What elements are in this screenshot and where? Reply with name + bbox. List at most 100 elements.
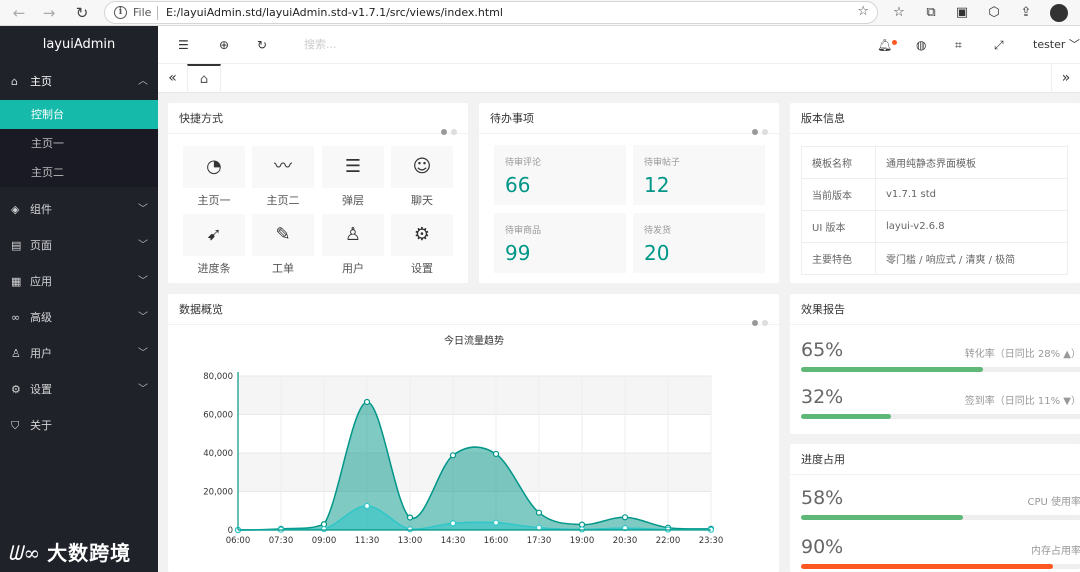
dashboard-icon: ◔ <box>183 146 245 188</box>
sidebar-subitem-home1[interactable]: 主页一 <box>0 129 158 158</box>
address-bar[interactable]: i File E:/layuiAdmin.std/layuiAdmin.std-… <box>104 1 878 24</box>
overview-card: 数据概览 今日流量趋势 0 20,000 40,000 60,000 80,000 06:0… <box>168 294 779 572</box>
sidebar-item-users[interactable]: ♙ 用户 ﹀ <box>0 336 158 372</box>
address-separator <box>157 6 158 20</box>
todo-label: 待发货 <box>644 226 672 236</box>
quick-item[interactable]: ♙ 用户 <box>322 214 384 276</box>
cube-icon: ◈ <box>11 203 20 216</box>
sidebar-item-senior[interactable]: ∞ 高级 ﹀ <box>0 300 158 336</box>
report-card: 效果报告 65% 转化率（日同比 28% ▲） 32% 签到率（日同比 11% … <box>790 294 1080 434</box>
carousel-dots[interactable] <box>437 116 457 147</box>
profile-avatar[interactable] <box>1050 4 1068 22</box>
chevron-down-icon: ﹀ <box>138 240 148 251</box>
table-row: UI 版本 layui-v2.6.8 <box>801 210 1068 243</box>
table-value: layui-v2.6.8 <box>875 210 1068 243</box>
traffic-chart: 今日流量趋势 0 20,000 40,000 60,000 80,000 06:00 07:3… <box>203 334 723 546</box>
todo-label: 待审商品 <box>505 226 542 236</box>
refresh-icon[interactable]: ↻ <box>257 26 267 64</box>
collections-icon[interactable]: ⧉ <box>922 4 940 22</box>
sidebar-item-pages[interactable]: ▤ 页面 ﹀ <box>0 228 158 264</box>
quick-card: 快捷方式 ◔ 主页一 〰主页二 ☰ 弹层 ☺ 聊天 ➹ 进度条 ✎ 工单 ♙ 用户 ⚙ 设置 <box>168 103 468 283</box>
quick-item[interactable]: ➹ 进度条 <box>183 214 245 276</box>
sidebar-item-settings[interactable]: ⚙ 设置 ﹀ <box>0 372 158 408</box>
watermark: ᗯ∞ 大数跨境 <box>8 537 131 566</box>
quick-item[interactable]: 〰主页二 <box>252 146 314 208</box>
refresh-icon[interactable]: ↻ <box>71 2 93 24</box>
info-icon[interactable]: i <box>114 6 127 19</box>
browser-toolbar: ← → ↻ i File E:/layuiAdmin.std/layuiAdmi… <box>0 0 1080 26</box>
fullscreen-icon[interactable]: ⤢ <box>994 26 1004 64</box>
data-point <box>449 520 457 527</box>
tabs-next-icon[interactable]: » <box>1051 64 1080 93</box>
sidebar-item-label: 设置 <box>30 383 52 396</box>
todo-card: 待办事项 待审评论 66 待审帖子 12 待审商品 99 待发货 20 <box>479 103 779 283</box>
back-icon[interactable]: ← <box>8 2 30 24</box>
todo-item[interactable]: 待发货 20 <box>633 213 765 273</box>
table-key: 模板名称 <box>801 146 876 179</box>
web-capture-icon[interactable]: ▣ <box>953 4 971 22</box>
home-icon: ⌂ <box>199 72 209 87</box>
x-tick-label: 20:30 <box>613 536 638 546</box>
todo-label: 待审帖子 <box>644 158 681 168</box>
x-tick-label: 14:30 <box>441 536 466 546</box>
sidebar-item-apps[interactable]: ▦ 应用 ﹀ <box>0 264 158 300</box>
quick-item[interactable]: ☺ 聊天 <box>391 146 453 208</box>
card-title: 进度占用 <box>801 453 845 466</box>
y-tick-label: 0 <box>228 526 233 536</box>
extensions-icon[interactable]: ⬡ <box>985 4 1003 22</box>
x-tick-label: 06:00 <box>226 536 251 546</box>
quick-label: 主页二 <box>266 194 300 207</box>
notification-icon[interactable]: 🔔︎ <box>877 26 898 64</box>
user-icon: ♙ <box>11 347 21 360</box>
todo-value: 12 <box>644 173 670 197</box>
sidebar-item-label: 页面 <box>30 239 52 252</box>
settings-icon: ⚙ <box>391 214 453 256</box>
todo-card-header: 待办事项 <box>479 103 779 135</box>
y-tick-label: 40,000 <box>203 449 233 459</box>
report-percent: 65% <box>801 339 844 361</box>
chevron-down-icon: ﹀ <box>138 384 148 395</box>
sidebar-item-home[interactable]: ⌂ 主页 ︿ <box>0 64 158 100</box>
report-progress-bar <box>801 414 1080 419</box>
quick-card-header: 快捷方式 <box>168 103 468 135</box>
quick-item[interactable]: ✎ 工单 <box>252 214 314 276</box>
todo-item[interactable]: 待审帖子 12 <box>633 145 765 205</box>
progress-label: CPU 使用率 <box>1027 497 1080 508</box>
quick-label: 弹层 <box>342 194 364 207</box>
sidebar-subitem-home2[interactable]: 主页二 <box>0 158 158 187</box>
version-card: 版本信息 模板名称 通用纯静态界面模板 当前版本 v1.7.1 std UI 版本 l… <box>790 103 1080 283</box>
sidebar-subitem-console[interactable]: 控制台 <box>0 100 158 129</box>
x-tick-label: 09:00 <box>312 536 337 546</box>
carousel-dots[interactable] <box>748 116 768 147</box>
quick-item[interactable]: ◔ 主页一 <box>183 146 245 208</box>
table-key: 当前版本 <box>801 178 876 211</box>
url-text[interactable]: E:/layuiAdmin.std/layuiAdmin.std-v1.7.1/… <box>166 6 503 19</box>
user-menu[interactable]: tester ﹀ <box>1033 26 1080 64</box>
favorites-icon[interactable]: ☆ <box>890 4 908 22</box>
search-input[interactable]: 搜索... <box>304 26 337 64</box>
data-point <box>363 398 371 406</box>
chevron-down-icon: ﹀ <box>138 312 148 323</box>
theme-icon[interactable]: ◍ <box>916 26 926 64</box>
quick-item[interactable]: ☰ 弹层 <box>322 146 384 208</box>
sidebar-item-components[interactable]: ◈ 组件 ﹀ <box>0 192 158 228</box>
x-tick-label: 19:00 <box>570 536 595 546</box>
forward-icon[interactable]: → <box>38 2 60 24</box>
user-icon: ♙ <box>322 214 384 256</box>
note-icon[interactable]: ⌗ <box>955 26 962 64</box>
todo-item[interactable]: 待审商品 99 <box>494 213 626 273</box>
todo-item[interactable]: 待审评论 66 <box>494 145 626 205</box>
shrink-sidebar-icon[interactable]: ☰ <box>178 26 189 64</box>
progress-percent: 90% <box>801 536 844 558</box>
progress-fill <box>801 367 983 372</box>
grid-band <box>238 376 711 415</box>
quick-item[interactable]: ⚙ 设置 <box>391 214 453 276</box>
x-tick-label: 11:30 <box>355 536 380 546</box>
page-tabs: « ⌂ » <box>158 64 1080 93</box>
tab-home[interactable]: ⌂ <box>187 64 221 93</box>
tabs-prev-icon[interactable]: « <box>158 64 187 93</box>
website-icon[interactable]: ⊕ <box>219 26 229 64</box>
share-icon[interactable]: ⇪ <box>1017 4 1035 22</box>
sidebar-item-about[interactable]: ⛉ 关于 <box>0 408 158 444</box>
favorite-star-icon[interactable]: ☆ <box>857 4 869 19</box>
